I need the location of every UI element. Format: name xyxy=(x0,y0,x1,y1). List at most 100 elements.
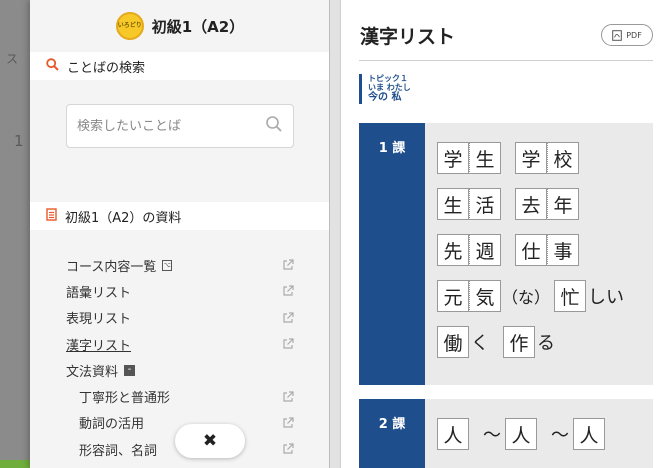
search-box xyxy=(66,104,294,148)
drawer-header: いろどり 初級1（A2） xyxy=(30,0,329,52)
kanji-box: 忙 xyxy=(554,280,587,312)
topic-label: トピック１ いま わたし 今の 私 xyxy=(359,74,411,104)
search-section-label: ことばの検索 xyxy=(67,60,146,76)
materials-section-header: 初級1（A2）の資料 xyxy=(30,202,329,230)
kanji-box: 生 xyxy=(469,142,501,174)
okurigana: しい xyxy=(588,287,625,308)
background-hint: ス xyxy=(6,52,19,66)
menu-item-particles[interactable]: 助詞 xyxy=(66,462,294,468)
menu-item-label: 丁寧形と普通形 xyxy=(79,391,171,407)
kanji-word: 作 る xyxy=(503,326,555,358)
topic-title: 今の 私 xyxy=(368,92,402,104)
kanji-box: 事 xyxy=(547,234,579,266)
kanji-row: 先 週 仕 事 xyxy=(437,227,645,273)
kanji-word: 先 週 xyxy=(437,234,501,266)
materials-section-label: 初級1（A2）の資料 xyxy=(65,210,182,226)
external-link-icon xyxy=(283,285,294,297)
external-link-icon xyxy=(283,259,294,270)
kanji-row: 人 ～ 人 ～ 人 xyxy=(437,411,645,457)
search-submit-icon[interactable] xyxy=(265,115,283,137)
right-screen: 漢字リスト PDF トピック１ いま わたし 今の 私 1 課 学 生 学 校 xyxy=(340,0,670,468)
kanji-word: 働 く xyxy=(437,326,489,358)
topic-number: トピック１ xyxy=(368,74,408,83)
pdf-button[interactable]: PDF xyxy=(601,24,653,46)
kanji-box: 週 xyxy=(469,234,501,266)
kanji-word: 学 生 xyxy=(437,142,501,174)
kanji-word: 去 年 xyxy=(515,188,579,220)
kanji-list: 学 生 学 校 生 活 去 年 先 週 仕 事 元 気 （な） 忙 しい 働 く… xyxy=(425,123,653,385)
kanji-row: 学 生 学 校 xyxy=(437,135,645,181)
menu-item-vocabulary-list[interactable]: 語彙リスト xyxy=(66,278,294,304)
kanji-box: 気 xyxy=(469,280,501,312)
logo: いろどり xyxy=(115,12,144,40)
left-screen: ス 1 いろどり 初級1（A2） ことばの検索 初級1（A2） xyxy=(0,0,330,468)
kanji-box: 校 xyxy=(547,142,579,174)
menu-item-kanji-list[interactable]: 漢字リスト xyxy=(66,331,294,357)
external-link-icon xyxy=(283,417,294,428)
collapse-icon[interactable]: - xyxy=(124,364,136,376)
search-area xyxy=(30,80,329,202)
menu-item-label: 語彙リスト xyxy=(66,285,132,301)
kanji-box: 働 xyxy=(437,326,469,358)
kanji-row: 生 活 去 年 xyxy=(437,181,645,227)
kanji-list: 人 ～ 人 ～ 人 xyxy=(425,399,653,468)
kanji-word: ～ 人 xyxy=(483,418,537,450)
drawer-title: 初級1（A2） xyxy=(151,17,245,36)
external-link-icon xyxy=(283,338,294,349)
kanji-word: 生 活 xyxy=(437,188,501,220)
kanji-box: 人 xyxy=(437,418,469,450)
document-icon xyxy=(46,207,57,225)
kanji-box: 元 xyxy=(437,280,469,312)
okurigana: （な） xyxy=(502,288,551,307)
kanji-box: 人 xyxy=(505,418,537,450)
external-link-icon xyxy=(283,312,294,323)
menu-item-expression-list[interactable]: 表現リスト xyxy=(66,305,294,331)
menu-item-grammar-materials[interactable]: 文法資料 - xyxy=(66,357,294,383)
kanji-box: 活 xyxy=(469,188,501,220)
tilde: ～ xyxy=(551,425,569,446)
topic-reading: いま わたし xyxy=(368,83,411,93)
kanji-box: 学 xyxy=(515,142,547,174)
kanji-box: 先 xyxy=(437,234,469,266)
tilde: ～ xyxy=(483,425,501,446)
page-title: 漢字リスト xyxy=(360,26,456,48)
kanji-box: 人 xyxy=(573,418,605,450)
kanji-word: 学 校 xyxy=(515,142,579,174)
background-hint: 1 xyxy=(14,132,24,150)
kanji-row: 元 気 （な） 忙 しい xyxy=(437,273,645,319)
kanji-box: 仕 xyxy=(515,234,547,266)
background-bar xyxy=(0,460,30,468)
menu-item-label: 形容詞、名詞 xyxy=(79,443,158,459)
lesson-label: 2 課 xyxy=(359,399,425,468)
okurigana: る xyxy=(537,333,555,354)
search-section-header: ことばの検索 xyxy=(30,52,329,80)
menu-item-label: 動詞の活用 xyxy=(79,417,145,433)
menu-item-course-overview[interactable]: コース内容一覧 ⌥ xyxy=(66,252,294,278)
navigation-drawer: いろどり 初級1（A2） ことばの検索 初級1（A2）の資料 xyxy=(30,0,329,468)
external-link-icon xyxy=(283,391,294,402)
menu-item-label: コース内容一覧 xyxy=(66,259,157,275)
close-button[interactable]: ✖ xyxy=(175,424,245,458)
kanji-box: 作 xyxy=(503,326,535,358)
kanji-word: 忙 しい xyxy=(554,280,624,312)
search-icon xyxy=(46,57,59,75)
pdf-icon xyxy=(612,29,623,41)
menu-item-label: 漢字リスト xyxy=(66,338,132,354)
kanji-word: 仕 事 xyxy=(515,234,579,266)
search-input[interactable] xyxy=(77,118,247,134)
divider xyxy=(359,60,653,61)
kanji-word: 人 xyxy=(437,418,469,450)
kanji-word: ～ 人 xyxy=(551,418,605,450)
kanji-box: 生 xyxy=(437,188,469,220)
okurigana: く xyxy=(471,333,489,354)
kanji-box: 学 xyxy=(437,142,469,174)
kanji-box: 年 xyxy=(547,188,579,220)
kanji-word: 元 気 （な） xyxy=(437,280,550,312)
menu-item-label: 文法資料 xyxy=(66,364,119,380)
kanji-box: 去 xyxy=(515,188,547,220)
pdf-button-label: PDF xyxy=(626,30,642,40)
menu-item-polite-plain-form[interactable]: 丁寧形と普通形 xyxy=(66,383,294,409)
pdf-icon: ⌥ xyxy=(162,259,173,271)
kanji-row: 働 く 作 る xyxy=(437,319,645,365)
menu-item-label: 表現リスト xyxy=(66,312,132,328)
